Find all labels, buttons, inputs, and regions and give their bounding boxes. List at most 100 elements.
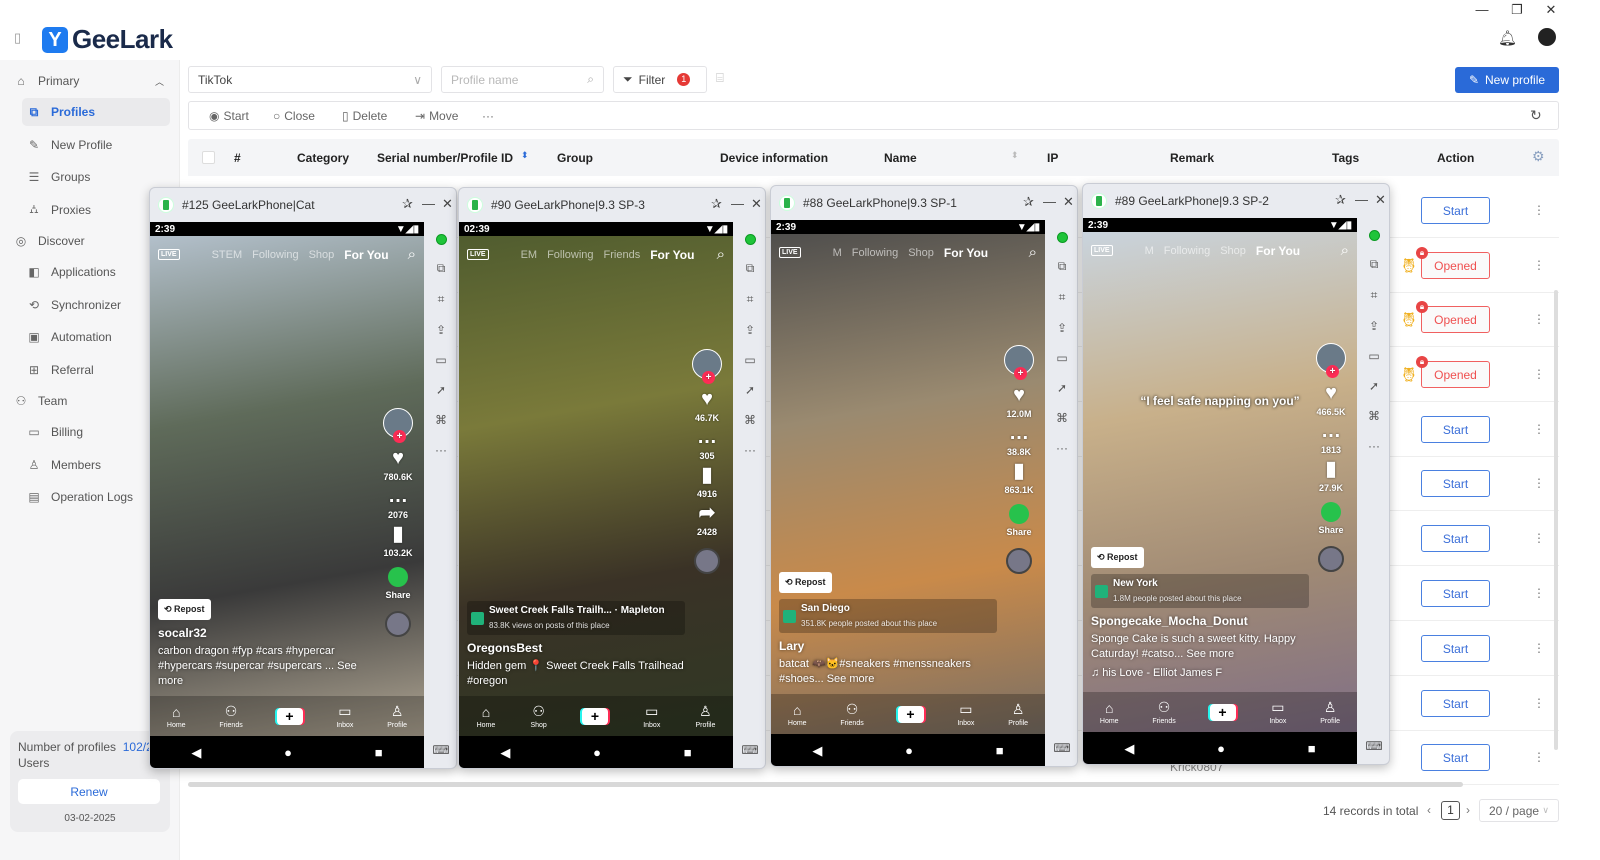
scan-icon[interactable]: ⌘: [1368, 409, 1380, 423]
back-icon[interactable]: ◀: [1124, 741, 1134, 757]
feed-tab[interactable]: Shop: [309, 249, 335, 261]
row-more-icon[interactable]: ⋮: [1533, 641, 1545, 655]
nav-home[interactable]: ⌂ Home: [788, 702, 807, 727]
live-icon[interactable]: LIVE: [467, 249, 489, 260]
row-more-icon[interactable]: ⋮: [1533, 422, 1545, 436]
crop-icon[interactable]: ⌗: [1059, 290, 1066, 305]
camera-icon[interactable]: ▭: [1368, 349, 1379, 363]
comment-icon[interactable]: …: [388, 485, 408, 507]
new-profile-button[interactable]: ✎ New profile: [1455, 67, 1559, 93]
more-icon[interactable]: ···: [435, 443, 447, 457]
start-button[interactable]: Start: [1421, 635, 1490, 662]
keyboard-icon[interactable]: ⌨: [741, 743, 758, 757]
vertical-scrollbar[interactable]: [1554, 290, 1558, 750]
live-icon[interactable]: LIVE: [1091, 245, 1113, 256]
feed-tab[interactable]: For You: [344, 248, 388, 262]
sidebar-item-profiles[interactable]: ⧉ Profiles: [22, 98, 170, 126]
upload-icon[interactable]: ⇪: [1369, 319, 1379, 333]
nav-profile[interactable]: ♙ Profile: [1008, 701, 1028, 727]
start-button[interactable]: Start: [1421, 580, 1490, 607]
row-more-icon[interactable]: ⋮: [1533, 203, 1545, 217]
sidebar-item-automation[interactable]: ▣ Automation: [22, 323, 170, 351]
nav-inbox[interactable]: ▭ Inbox: [643, 703, 660, 729]
sort-icon[interactable]: ⬍: [1011, 150, 1019, 161]
rocket-icon[interactable]: ➚: [1369, 379, 1379, 393]
more-icon[interactable]: ···: [1368, 439, 1380, 453]
camera-icon[interactable]: ▭: [435, 353, 446, 367]
crop-icon[interactable]: ⌗: [438, 292, 445, 307]
home-button-icon[interactable]: ●: [1217, 741, 1225, 756]
nav-home[interactable]: ⌂ Home: [477, 704, 496, 729]
feed-tab[interactable]: For You: [1256, 244, 1300, 258]
music-disc-icon[interactable]: [694, 548, 720, 574]
row-more-icon[interactable]: ⋮: [1533, 367, 1545, 381]
rocket-icon[interactable]: ➚: [1057, 381, 1067, 395]
scan-icon[interactable]: ⌘: [435, 413, 447, 427]
start-button[interactable]: Start: [1421, 197, 1490, 224]
more-icon[interactable]: ···: [744, 443, 756, 457]
restore-button[interactable]: ❐: [1507, 2, 1527, 18]
search-icon[interactable]: ⌕: [1341, 242, 1349, 259]
close-button[interactable]: ✕: [1541, 2, 1561, 18]
next-page-icon[interactable]: ›: [1466, 803, 1470, 817]
bookmark-icon[interactable]: ▮: [1325, 458, 1336, 480]
heart-icon[interactable]: ♥: [392, 447, 404, 469]
feed-tab[interactable]: Shop: [908, 247, 934, 259]
sidebar-item-referral[interactable]: ⊞ Referral: [22, 356, 170, 384]
close-icon[interactable]: ✕: [1063, 194, 1074, 210]
nav-friends[interactable]: ⚇ Friends: [1152, 699, 1175, 725]
nav-create[interactable]: +: [276, 707, 303, 725]
feed-tab[interactable]: For You: [944, 246, 988, 260]
minimize-button[interactable]: —: [1472, 2, 1492, 17]
bookmark-icon[interactable]: ▮: [392, 523, 403, 545]
recents-icon[interactable]: ■: [996, 743, 1004, 758]
column-name[interactable]: Name: [884, 151, 917, 165]
opened-button[interactable]: Opened: [1421, 306, 1490, 333]
nav-profile[interactable]: ♙ Profile: [1320, 699, 1340, 725]
back-icon[interactable]: ◀: [500, 745, 510, 761]
feed-tab[interactable]: STEM: [212, 249, 243, 261]
home-button-icon[interactable]: ●: [284, 745, 292, 760]
sidebar-toggle-icon[interactable]: ▯: [14, 30, 21, 46]
phone-screen[interactable]: 2:39 ▼◢▮ LIVE M Following Shop For You ⌕ + ♥ 12.0M…: [771, 220, 1045, 766]
nav-home[interactable]: ⌂ Home: [167, 704, 186, 729]
bell-icon[interactable]: 🔔︎: [1498, 29, 1517, 47]
nav-profile[interactable]: ♙ Profile: [387, 703, 407, 729]
feed-tab[interactable]: EM: [521, 249, 538, 261]
start-button[interactable]: Start: [1421, 525, 1490, 552]
row-more-icon[interactable]: ⋮: [1533, 586, 1545, 600]
music-disc-icon[interactable]: [385, 611, 411, 637]
share-icon[interactable]: [1009, 504, 1029, 524]
heart-icon[interactable]: ♥: [1325, 382, 1337, 404]
pin-icon[interactable]: ✰: [711, 196, 722, 212]
share-icon[interactable]: [1321, 502, 1341, 522]
row-more-icon[interactable]: ⋮: [1533, 258, 1545, 272]
comment-icon[interactable]: …: [697, 426, 717, 448]
scan-icon[interactable]: ⌘: [1056, 411, 1068, 425]
sidebar-group-team[interactable]: ⚇ Team: [14, 394, 68, 408]
location-tag[interactable]: New York 1.8M people posted about this pl…: [1091, 574, 1309, 608]
creator-avatar[interactable]: +: [1004, 345, 1034, 380]
music-disc-icon[interactable]: [1006, 548, 1032, 574]
location-tag[interactable]: San Diego 351.8K people posted about this…: [779, 599, 997, 633]
rocket-icon[interactable]: ➚: [436, 383, 446, 397]
minimize-icon[interactable]: —: [1043, 194, 1056, 209]
feed-tab[interactable]: Friends: [604, 249, 641, 261]
live-icon[interactable]: LIVE: [779, 247, 801, 258]
delete-action[interactable]: ▯ Delete: [342, 109, 387, 123]
crop-icon[interactable]: ⌗: [747, 292, 754, 307]
sidebar-item-groups[interactable]: ☰ Groups: [22, 163, 170, 191]
repost-button[interactable]: ⟲ Repost: [779, 572, 832, 593]
horizontal-scrollbar[interactable]: [188, 782, 1463, 787]
nav-inbox[interactable]: ▭ Inbox: [1269, 699, 1286, 725]
keyboard-icon[interactable]: ⌨: [1365, 739, 1382, 753]
feed-tab[interactable]: Following: [852, 247, 898, 259]
sidebar-item-members[interactable]: ♙ Members: [22, 451, 170, 479]
upload-icon[interactable]: ⇪: [1057, 321, 1067, 335]
camera-icon[interactable]: ▭: [1056, 351, 1067, 365]
feed-tab[interactable]: For You: [650, 248, 694, 262]
sidebar-item-proxies[interactable]: ⛼ Proxies: [22, 196, 170, 224]
nav-create[interactable]: +: [1209, 703, 1236, 721]
sidebar-item-synchronizer[interactable]: ⟲ Synchronizer: [22, 291, 170, 319]
heart-icon[interactable]: ♥: [701, 388, 713, 410]
